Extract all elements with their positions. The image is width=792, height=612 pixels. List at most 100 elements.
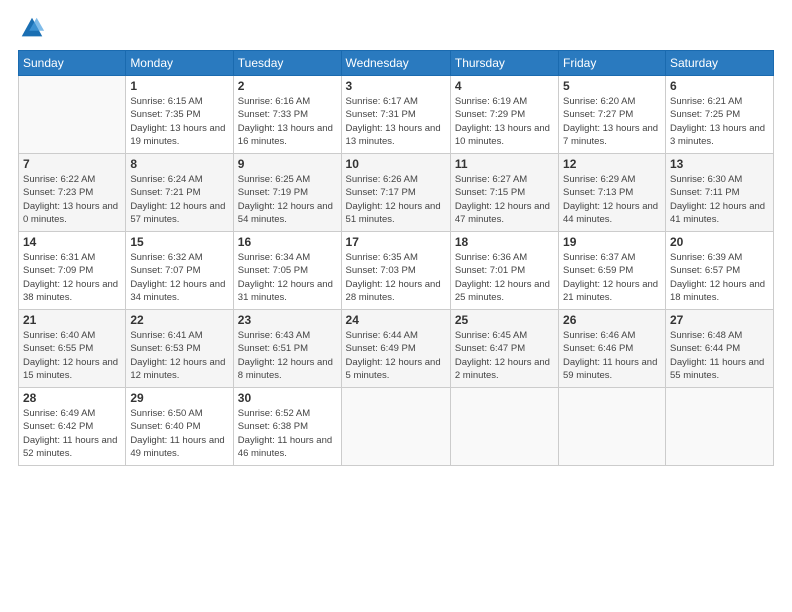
weekday-header: Wednesday [341,51,450,76]
calendar-cell: 11Sunrise: 6:27 AMSunset: 7:15 PMDayligh… [450,154,558,232]
logo [18,14,50,42]
day-detail: Sunrise: 6:43 AMSunset: 6:51 PMDaylight:… [238,329,337,382]
day-detail: Sunrise: 6:29 AMSunset: 7:13 PMDaylight:… [563,173,661,226]
day-number: 10 [346,157,446,171]
day-detail: Sunrise: 6:25 AMSunset: 7:19 PMDaylight:… [238,173,337,226]
day-detail: Sunrise: 6:41 AMSunset: 6:53 PMDaylight:… [130,329,228,382]
day-number: 28 [23,391,121,405]
calendar-cell: 12Sunrise: 6:29 AMSunset: 7:13 PMDayligh… [559,154,666,232]
day-detail: Sunrise: 6:19 AMSunset: 7:29 PMDaylight:… [455,95,554,148]
day-detail: Sunrise: 6:40 AMSunset: 6:55 PMDaylight:… [23,329,121,382]
weekday-header: Tuesday [233,51,341,76]
calendar-cell: 26 Sunrise: 6:46 AMSunset: 6:46 PMDayligh… [559,310,666,388]
calendar-cell: 8 Sunrise: 6:24 AMSunset: 7:21 PMDaylight… [126,154,233,232]
day-detail: Sunrise: 6:27 AMSunset: 7:15 PMDaylight:… [455,173,554,226]
day-number: 1 [130,79,228,93]
day-number: 9 [238,157,337,171]
calendar-cell: 2 Sunrise: 6:16 AMSunset: 7:33 PMDaylight… [233,76,341,154]
calendar-cell: 9 Sunrise: 6:25 AMSunset: 7:19 PMDaylight… [233,154,341,232]
calendar-header-row: SundayMondayTuesdayWednesdayThursdayFrid… [19,51,774,76]
day-detail: Sunrise: 6:31 AMSunset: 7:09 PMDaylight:… [23,251,121,304]
day-number: 5 [563,79,661,93]
calendar-week-row: 21Sunrise: 6:40 AMSunset: 6:55 PMDayligh… [19,310,774,388]
day-number: 17 [346,235,446,249]
calendar: SundayMondayTuesdayWednesdayThursdayFrid… [18,50,774,466]
day-detail: Sunrise: 6:39 AMSunset: 6:57 PMDaylight:… [670,251,769,304]
day-detail: Sunrise: 6:24 AMSunset: 7:21 PMDaylight:… [130,173,228,226]
day-detail: Sunrise: 6:48 AMSunset: 6:44 PMDaylight:… [670,329,769,382]
day-number: 23 [238,313,337,327]
calendar-cell: 27Sunrise: 6:48 AMSunset: 6:44 PMDayligh… [665,310,773,388]
calendar-cell: 1 Sunrise: 6:15 AMSunset: 7:35 PMDaylight… [126,76,233,154]
day-number: 24 [346,313,446,327]
day-number: 2 [238,79,337,93]
weekday-header: Friday [559,51,666,76]
day-detail: Sunrise: 6:46 AMSunset: 6:46 PMDaylight:… [563,329,661,382]
day-detail: Sunrise: 6:37 AMSunset: 6:59 PMDaylight:… [563,251,661,304]
calendar-cell: 16 Sunrise: 6:34 AMSunset: 7:05 PMDayligh… [233,232,341,310]
day-detail: Sunrise: 6:50 AMSunset: 6:40 PMDaylight:… [130,407,228,460]
day-number: 8 [130,157,228,171]
day-detail: Sunrise: 6:17 AMSunset: 7:31 PMDaylight:… [346,95,446,148]
calendar-cell: 4 Sunrise: 6:19 AMSunset: 7:29 PMDaylight… [450,76,558,154]
day-detail: Sunrise: 6:16 AMSunset: 7:33 PMDaylight:… [238,95,337,148]
page: SundayMondayTuesdayWednesdayThursdayFrid… [0,0,792,612]
calendar-cell: 24 Sunrise: 6:44 AMSunset: 6:49 PMDayligh… [341,310,450,388]
day-number: 25 [455,313,554,327]
day-number: 19 [563,235,661,249]
weekday-header: Saturday [665,51,773,76]
day-number: 30 [238,391,337,405]
day-detail: Sunrise: 6:26 AMSunset: 7:17 PMDaylight:… [346,173,446,226]
day-detail: Sunrise: 6:44 AMSunset: 6:49 PMDaylight:… [346,329,446,382]
day-detail: Sunrise: 6:22 AMSunset: 7:23 PMDaylight:… [23,173,121,226]
day-detail: Sunrise: 6:36 AMSunset: 7:01 PMDaylight:… [455,251,554,304]
calendar-cell: 10 Sunrise: 6:26 AMSunset: 7:17 PMDayligh… [341,154,450,232]
calendar-cell [559,388,666,466]
calendar-week-row: 28Sunrise: 6:49 AMSunset: 6:42 PMDayligh… [19,388,774,466]
day-number: 29 [130,391,228,405]
calendar-cell: 25 Sunrise: 6:45 AMSunset: 6:47 PMDayligh… [450,310,558,388]
calendar-cell: 20 Sunrise: 6:39 AMSunset: 6:57 PMDayligh… [665,232,773,310]
day-number: 26 [563,313,661,327]
calendar-cell [19,76,126,154]
day-detail: Sunrise: 6:20 AMSunset: 7:27 PMDaylight:… [563,95,661,148]
calendar-cell: 23 Sunrise: 6:43 AMSunset: 6:51 PMDayligh… [233,310,341,388]
calendar-cell: 22 Sunrise: 6:41 AMSunset: 6:53 PMDayligh… [126,310,233,388]
day-detail: Sunrise: 6:52 AMSunset: 6:38 PMDaylight:… [238,407,337,460]
day-number: 13 [670,157,769,171]
day-detail: Sunrise: 6:34 AMSunset: 7:05 PMDaylight:… [238,251,337,304]
day-detail: Sunrise: 6:35 AMSunset: 7:03 PMDaylight:… [346,251,446,304]
day-detail: Sunrise: 6:45 AMSunset: 6:47 PMDaylight:… [455,329,554,382]
calendar-cell: 3 Sunrise: 6:17 AMSunset: 7:31 PMDaylight… [341,76,450,154]
day-detail: Sunrise: 6:32 AMSunset: 7:07 PMDaylight:… [130,251,228,304]
day-detail: Sunrise: 6:21 AMSunset: 7:25 PMDaylight:… [670,95,769,148]
weekday-header: Thursday [450,51,558,76]
day-number: 4 [455,79,554,93]
calendar-cell: 13 Sunrise: 6:30 AMSunset: 7:11 PMDayligh… [665,154,773,232]
calendar-cell: 5 Sunrise: 6:20 AMSunset: 7:27 PMDaylight… [559,76,666,154]
calendar-cell: 15 Sunrise: 6:32 AMSunset: 7:07 PMDayligh… [126,232,233,310]
calendar-week-row: 7 Sunrise: 6:22 AMSunset: 7:23 PMDaylight… [19,154,774,232]
day-number: 14 [23,235,121,249]
calendar-cell [341,388,450,466]
day-number: 7 [23,157,121,171]
day-number: 22 [130,313,228,327]
day-number: 16 [238,235,337,249]
calendar-cell: 29 Sunrise: 6:50 AMSunset: 6:40 PMDayligh… [126,388,233,466]
calendar-cell [450,388,558,466]
calendar-week-row: 14 Sunrise: 6:31 AMSunset: 7:09 PMDayligh… [19,232,774,310]
day-number: 15 [130,235,228,249]
calendar-cell: 18Sunrise: 6:36 AMSunset: 7:01 PMDayligh… [450,232,558,310]
calendar-cell: 14 Sunrise: 6:31 AMSunset: 7:09 PMDayligh… [19,232,126,310]
calendar-cell: 17 Sunrise: 6:35 AMSunset: 7:03 PMDayligh… [341,232,450,310]
calendar-cell: 19 Sunrise: 6:37 AMSunset: 6:59 PMDayligh… [559,232,666,310]
calendar-cell: 28Sunrise: 6:49 AMSunset: 6:42 PMDayligh… [19,388,126,466]
calendar-cell: 21Sunrise: 6:40 AMSunset: 6:55 PMDayligh… [19,310,126,388]
header [18,14,774,42]
calendar-cell: 7 Sunrise: 6:22 AMSunset: 7:23 PMDaylight… [19,154,126,232]
day-detail: Sunrise: 6:15 AMSunset: 7:35 PMDaylight:… [130,95,228,148]
day-number: 3 [346,79,446,93]
day-number: 20 [670,235,769,249]
calendar-cell: 6Sunrise: 6:21 AMSunset: 7:25 PMDaylight… [665,76,773,154]
day-detail: Sunrise: 6:30 AMSunset: 7:11 PMDaylight:… [670,173,769,226]
